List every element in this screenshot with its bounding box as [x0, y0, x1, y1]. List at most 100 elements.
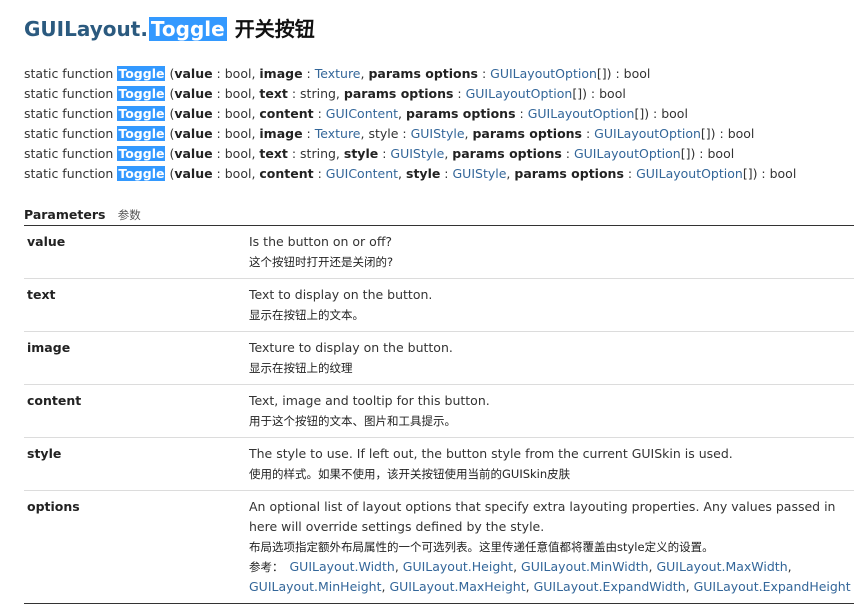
param-name: text	[259, 146, 288, 161]
title-chinese: 开关按钮	[234, 17, 315, 41]
signature-text: (	[165, 166, 175, 181]
signature-line: static function Toggle (value : bool, im…	[24, 64, 864, 84]
description-english: An optional list of layout options that …	[249, 499, 836, 534]
signature-line: static function Toggle (value : bool, co…	[24, 164, 864, 184]
see-also-link[interactable]: GUILayout.MaxHeight	[389, 579, 525, 594]
parameter-row: text Text to display on the button. 显示在按钮上…	[24, 278, 854, 332]
type-link[interactable]: GUILayoutOption	[490, 66, 597, 81]
parameters-table: value Is the button on or off? 这个按钮时打开还是关闭…	[24, 226, 854, 604]
param-name: content	[259, 106, 314, 121]
type-link[interactable]: Texture	[315, 126, 361, 141]
parameter-name: options	[24, 490, 246, 604]
parameter-description: The style to use. If left out, the butto…	[246, 437, 854, 491]
description-english: Text to display on the button.	[249, 287, 433, 302]
signature-text: []) : bool	[700, 126, 755, 141]
signature-text: , style :	[360, 126, 411, 141]
signature-text: : bool,	[212, 126, 260, 141]
parameters-heading-cn: 参数	[117, 208, 141, 222]
signature-text: static function	[24, 126, 118, 141]
signature-text: []) : bool	[680, 146, 735, 161]
parameter-row: options An optional list of layout option…	[24, 490, 854, 604]
signature-text: :	[453, 86, 466, 101]
parameter-description: Is the button on or off? 这个按钮时打开还是关闭的?	[246, 226, 854, 279]
description-chinese: 显示在按钮上的纹理	[249, 361, 353, 375]
signature-text: :	[313, 166, 326, 181]
description-english: Texture to display on the button.	[249, 340, 453, 355]
signature-text: static function	[24, 166, 118, 181]
param-name: style	[406, 166, 441, 181]
title-class-name: GUILayout	[24, 17, 141, 41]
signature-text: (	[165, 66, 175, 81]
param-name: params options	[406, 106, 516, 121]
see-also-link[interactable]: GUILayout.ExpandHeight	[694, 579, 851, 594]
param-name: value	[174, 106, 213, 121]
param-name: params options	[472, 126, 582, 141]
type-link[interactable]: GUILayoutOption	[574, 146, 681, 161]
param-name: value	[174, 66, 213, 81]
title-method-name: Toggle	[148, 17, 227, 41]
function-name: Toggle	[117, 146, 166, 161]
signature-text: :	[440, 166, 453, 181]
type-link[interactable]: GUILayoutOption	[466, 86, 573, 101]
type-link[interactable]: GUILayoutOption	[528, 106, 635, 121]
parameter-name: style	[24, 437, 246, 491]
type-link[interactable]: GUILayoutOption	[594, 126, 701, 141]
signature-text: static function	[24, 146, 118, 161]
see-also-link[interactable]: GUILayout.MinWidth	[521, 559, 648, 574]
type-link[interactable]: Texture	[315, 66, 361, 81]
description-chinese: 用于这个按钮的文本、图片和工具提示。	[249, 414, 456, 428]
param-name: params options	[452, 146, 562, 161]
parameter-description: Text, image and tooltip for this button.…	[246, 384, 854, 438]
parameter-name: content	[24, 384, 246, 438]
see-also: 参考： GUILayout.Width, GUILayout.Height, GU…	[249, 559, 851, 594]
signature-text: (	[165, 126, 175, 141]
see-also-link[interactable]: GUILayout.ExpandWidth	[534, 579, 686, 594]
type-link[interactable]: GUIContent	[326, 106, 398, 121]
description-chinese: 使用的样式。如果不使用，该开关按钮使用当前的GUISkin皮肤	[249, 467, 571, 481]
function-name: Toggle	[117, 166, 166, 181]
type-link[interactable]: GUILayoutOption	[636, 166, 743, 181]
description-english: Text, image and tooltip for this button.	[249, 393, 490, 408]
parameter-row: image Texture to display on the button. 显示…	[24, 331, 854, 385]
signature-text: static function	[24, 86, 118, 101]
param-name: text	[259, 86, 288, 101]
signature-text: static function	[24, 66, 118, 81]
param-name: value	[174, 86, 213, 101]
signature-text: :	[582, 126, 595, 141]
type-link[interactable]: GUIStyle	[453, 166, 507, 181]
parameter-name: text	[24, 278, 246, 332]
parameter-description: Texture to display on the button. 显示在按钮上的…	[246, 331, 854, 385]
see-also-link[interactable]: GUILayout.MinHeight	[249, 579, 382, 594]
param-name: params options	[514, 166, 624, 181]
type-link[interactable]: GUIContent	[326, 166, 398, 181]
see-also-link[interactable]: GUILayout.MaxWidth	[656, 559, 787, 574]
description-chinese: 布局选项指定额外布局属性的一个可选列表。这里传递任意值都将覆盖由style定义的…	[249, 540, 714, 554]
signature-text: : bool,	[212, 146, 260, 161]
parameter-name: image	[24, 331, 246, 385]
description-chinese: 显示在按钮上的文本。	[249, 308, 364, 322]
parameter-row: content Text, image and tooltip for this …	[24, 384, 854, 438]
see-also-link[interactable]: GUILayout.Height	[403, 559, 513, 574]
signature-text: (	[165, 146, 175, 161]
signature-text: : bool,	[212, 106, 260, 121]
parameter-row: style The style to use. If left out, the …	[24, 437, 854, 491]
signature-text: :	[623, 166, 637, 181]
function-name: Toggle	[117, 66, 166, 81]
parameter-description: An optional list of layout options that …	[246, 490, 854, 604]
title-dot: .	[140, 17, 148, 41]
signature-line: static function Toggle (value : bool, co…	[24, 104, 864, 124]
parameter-description: Text to display on the button. 显示在按钮上的文本。	[246, 278, 854, 332]
type-link[interactable]: GUIStyle	[411, 126, 465, 141]
param-name: image	[259, 126, 303, 141]
signature-line: static function Toggle (value : bool, te…	[24, 84, 864, 104]
see-also-link[interactable]: GUILayout.Width	[290, 559, 395, 574]
signature-text: (	[165, 86, 175, 101]
function-name: Toggle	[117, 106, 166, 121]
description-chinese: 这个按钮时打开还是关闭的?	[249, 255, 394, 269]
signature-text: :	[313, 106, 326, 121]
param-name: value	[174, 126, 213, 141]
parameters-heading-label: Parameters	[24, 207, 106, 222]
signature-text: []) : bool	[572, 86, 626, 101]
signature-text: :	[302, 126, 315, 141]
type-link[interactable]: GUIStyle	[390, 146, 444, 161]
